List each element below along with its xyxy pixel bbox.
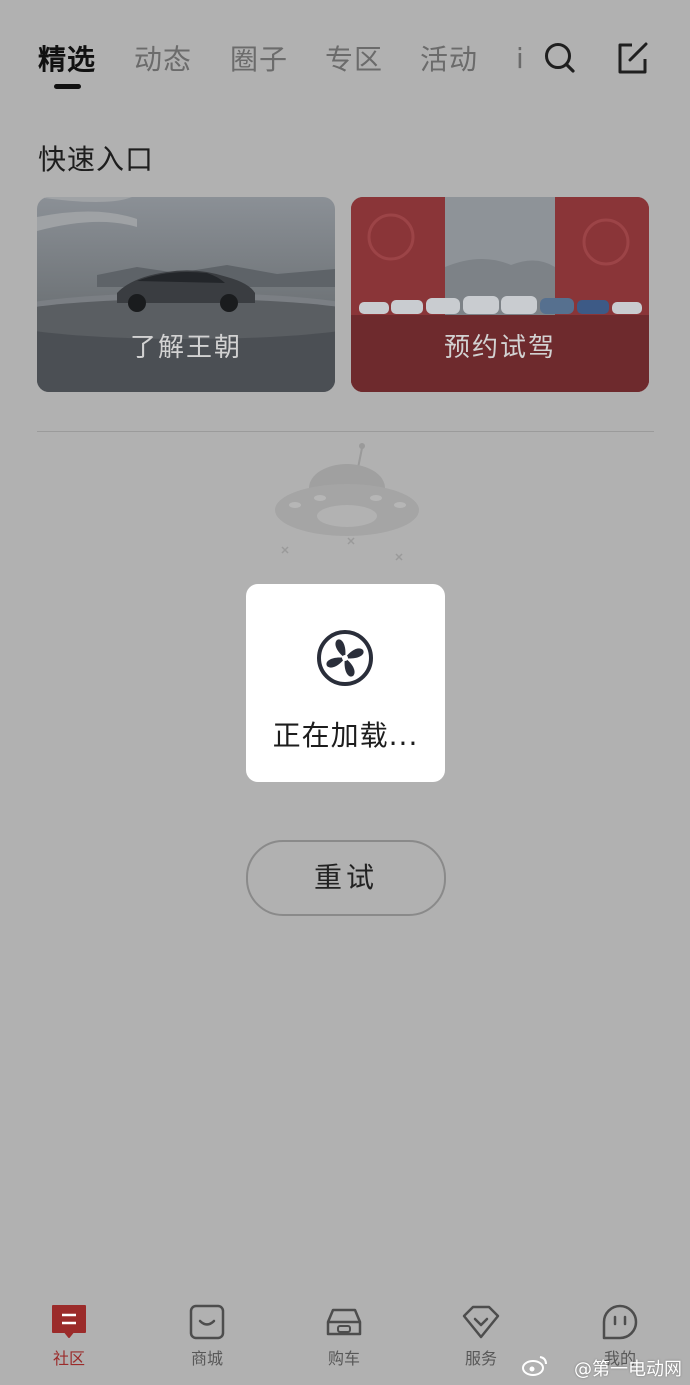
edit-icon[interactable]	[612, 38, 652, 78]
weibo-logo-icon	[522, 1356, 547, 1376]
nav-item-buy-car[interactable]: 购车	[299, 1302, 389, 1372]
tab-dynamics[interactable]: 动态	[134, 38, 192, 78]
retry-button[interactable]: 重试	[246, 840, 446, 916]
active-tab-indicator	[54, 84, 81, 89]
section-divider	[37, 431, 654, 432]
loading-spinner-icon	[317, 630, 373, 686]
car-icon	[326, 1308, 362, 1336]
card-book-test-drive[interactable]: 预约试驾	[351, 197, 649, 392]
nav-label-shop: 商城	[190, 1349, 223, 1368]
top-tab-bar: 精选 动态 圈子 专区 活动 i	[0, 0, 690, 100]
tab-circles[interactable]: 圈子	[230, 38, 288, 78]
search-icon[interactable]	[540, 38, 580, 78]
community-icon	[52, 1305, 86, 1338]
nav-label-service: 服务	[464, 1349, 497, 1368]
quick-entry-title: 快速入口	[38, 143, 155, 176]
card-learn-dynasty[interactable]: 了解王朝	[37, 197, 335, 392]
tab-featured[interactable]: 精选	[38, 38, 96, 78]
nav-label-buy-car: 购车	[327, 1349, 360, 1368]
tab-events[interactable]: 活动	[420, 38, 478, 78]
tab-zones[interactable]: 专区	[325, 38, 383, 78]
nav-item-community[interactable]: 社区	[24, 1302, 114, 1372]
loading-text: 正在加载...	[272, 719, 419, 752]
card-book-test-drive-label: 预约试驾	[443, 333, 556, 363]
tab-overflow-fragment[interactable]: i	[516, 42, 528, 70]
nav-item-service[interactable]: 服务	[436, 1302, 526, 1372]
service-diamond-icon	[462, 1305, 500, 1339]
watermark-text: @第一电动网	[574, 1359, 682, 1380]
nav-label-community: 社区	[52, 1349, 85, 1368]
ufo-empty-state-icon	[275, 443, 419, 561]
loading-dialog: 正在加载...	[246, 584, 445, 782]
card-learn-dynasty-label: 了解王朝	[129, 333, 242, 363]
profile-face-icon	[602, 1304, 638, 1340]
shop-bag-icon	[189, 1304, 225, 1340]
nav-item-shop[interactable]: 商城	[162, 1302, 252, 1372]
